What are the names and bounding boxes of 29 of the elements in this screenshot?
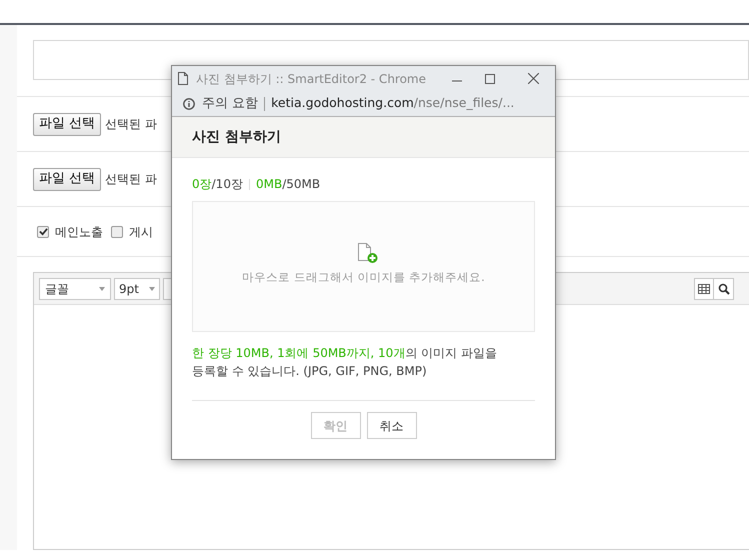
upload-counter: 0장/10장 0MB/50MB [192, 176, 322, 193]
info-icon [183, 98, 195, 110]
checkbox-label: 메인노출 [55, 224, 103, 240]
font-select[interactable]: 글꼴 [39, 278, 111, 300]
checkbox[interactable] [111, 226, 123, 238]
window-title: 사진 첨부하기 :: SmartEditor2 - Chrome [196, 70, 426, 88]
file-status-text: 선택된 파 [105, 171, 157, 188]
file-select-button[interactable]: 파일 선택 [33, 168, 102, 190]
drop-hint: 마우스로 드래그해서 이미지를 추가해주세요. [242, 269, 485, 286]
caret-icon [149, 286, 155, 290]
file-select-button[interactable]: 파일 선택 [33, 112, 102, 136]
file-status-text: 선택된 파 [105, 116, 157, 133]
checkbox-label: 게시 [129, 224, 153, 240]
dialog-button[interactable]: 취소 [366, 412, 416, 439]
caret-icon [99, 286, 105, 290]
address-url: ketia.godohosting.com/nse/nse_files/... [271, 94, 514, 112]
add-file-icon [356, 242, 378, 264]
size-select[interactable]: 9pt [114, 278, 160, 300]
table-icon [698, 284, 710, 294]
upload-notice: 한 장당 10MB, 1회에 50MB까지, 10개의 이미지 파일을 등록할 수 있습니다. (JPG, GIF, PNG, BMP) [192, 345, 498, 380]
search-icon [718, 282, 730, 294]
page-icon [178, 72, 188, 85]
maximize-icon[interactable] [485, 74, 495, 84]
checkbox[interactable] [37, 226, 49, 238]
security-label: 주의 요함 [202, 94, 258, 113]
table-button[interactable] [694, 278, 714, 300]
close-icon[interactable] [528, 73, 539, 84]
dialog-heading: 사진 첨부하기 [192, 128, 281, 146]
search-button[interactable] [713, 278, 734, 300]
